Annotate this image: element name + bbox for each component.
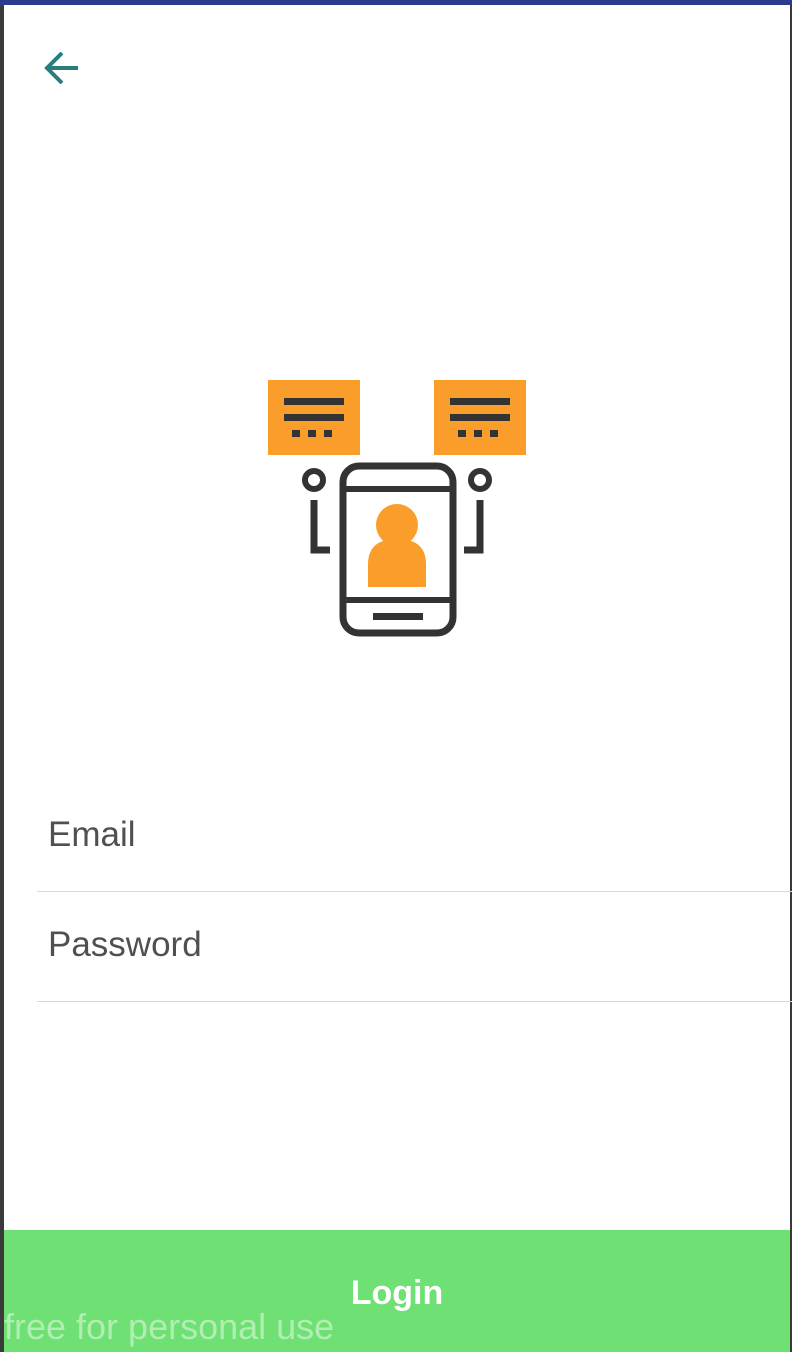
mobile-user-profile-icon [268,380,526,637]
status-bar [0,0,792,5]
left-frame-edge [0,5,4,1352]
login-screen: Login free for personal use [0,0,792,1352]
password-field[interactable] [37,892,792,1002]
login-button-label: Login [350,1273,444,1312]
password-input[interactable] [48,920,748,970]
email-input[interactable] [48,810,748,860]
back-button[interactable] [36,42,88,94]
arrow-left-icon [44,51,78,85]
login-button[interactable]: Login [4,1230,790,1352]
email-field[interactable] [37,782,792,892]
